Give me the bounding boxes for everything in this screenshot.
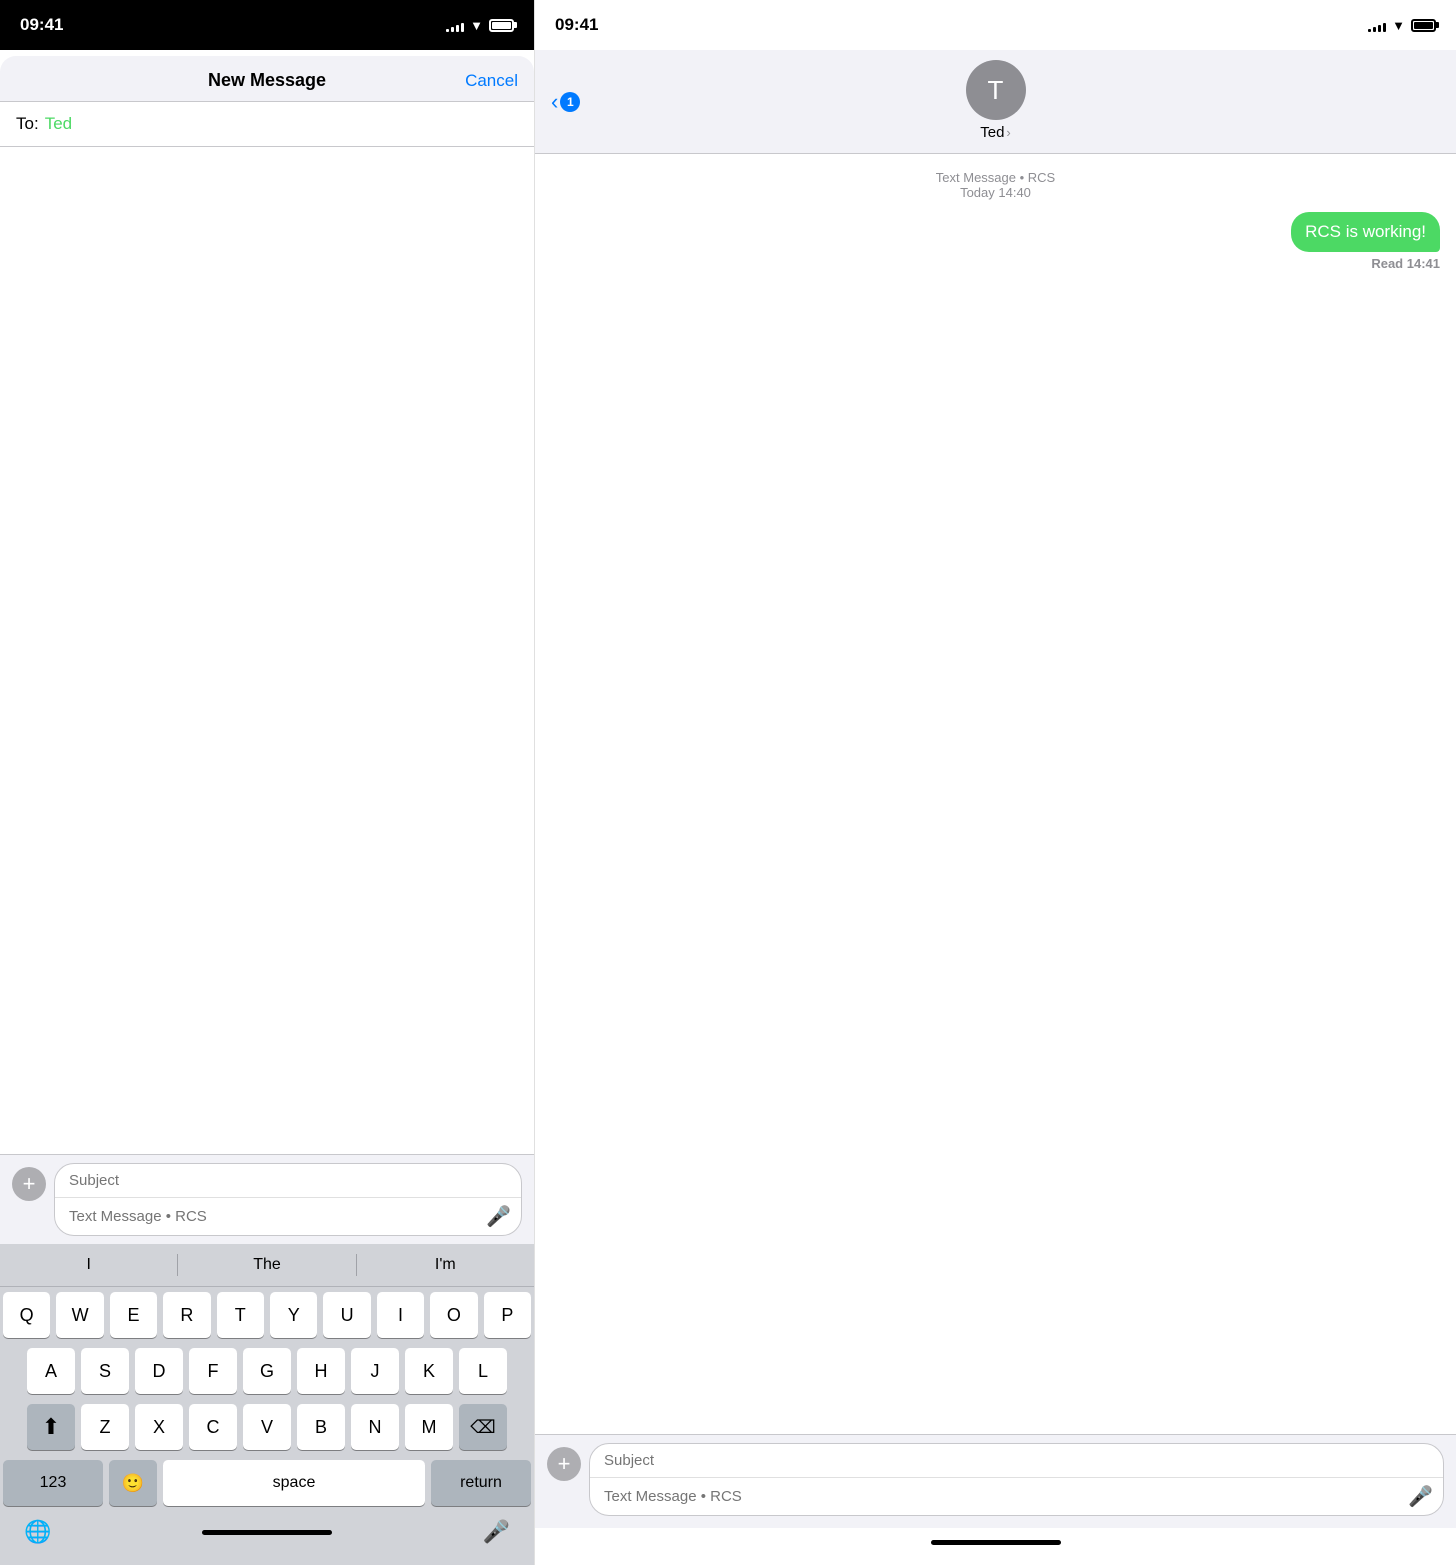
subject-input[interactable] [55,1164,521,1198]
new-message-title: New Message [208,70,326,91]
messages-area: Text Message • RCS Today 14:40 RCS is wo… [535,154,1456,1434]
right-wifi-icon: ▼ [1392,18,1405,33]
right-time: 09:41 [555,15,598,35]
keyboard-row-3: ⬆ Z X C V B N M ⌫ [0,1399,534,1455]
right-message-input[interactable] [604,1488,1408,1505]
message-bubble-row: RCS is working! [551,212,1440,252]
key-k[interactable]: K [405,1348,453,1394]
key-v[interactable]: V [243,1404,291,1450]
right-battery-icon [1411,19,1436,32]
key-z[interactable]: Z [81,1404,129,1450]
key-e[interactable]: E [110,1292,157,1338]
add-attachment-button[interactable]: + [12,1167,46,1201]
right-home-indicator [931,1540,1061,1545]
mic-icon-bottom[interactable]: 🎤 [483,1519,510,1545]
left-input-box: 🎤 [54,1163,522,1236]
right-input-box: 🎤 [589,1443,1444,1516]
globe-icon[interactable]: 🌐 [24,1519,51,1545]
message-input[interactable] [69,1208,486,1225]
keyboard-row-2: A S D F G H J K L [0,1343,534,1399]
key-y[interactable]: Y [270,1292,317,1338]
space-key[interactable]: space [163,1460,425,1506]
key-m[interactable]: M [405,1404,453,1450]
key-r[interactable]: R [163,1292,210,1338]
key-a[interactable]: A [27,1348,75,1394]
left-message-area [0,147,534,1154]
right-bottom-bar [535,1528,1456,1565]
message-input-row: 🎤 [55,1198,521,1235]
conversation-header: ‹ 1 T Ted › [535,50,1456,154]
keyboard-row-1: Q W E R T Y U I O P [0,1287,534,1343]
key-u[interactable]: U [323,1292,370,1338]
key-l[interactable]: L [459,1348,507,1394]
new-message-header: New Message Cancel [0,56,534,102]
contact-name[interactable]: Ted › [980,124,1011,141]
left-signal-icon [446,18,464,32]
key-x[interactable]: X [135,1404,183,1450]
autocomplete-item-i[interactable]: I [0,1256,177,1274]
back-chevron-icon: ‹ [551,89,558,115]
key-s[interactable]: S [81,1348,129,1394]
contact-avatar: T [966,60,1026,120]
left-status-right: ▼ [446,18,514,33]
right-status-bar: 09:41 ▼ [535,0,1456,50]
unread-badge: 1 [560,92,580,112]
key-g[interactable]: G [243,1348,291,1394]
key-q[interactable]: Q [3,1292,50,1338]
to-label: To: [16,114,39,134]
key-o[interactable]: O [430,1292,477,1338]
left-time: 09:41 [20,15,63,35]
return-key[interactable]: return [431,1460,531,1506]
left-panel: 09:41 ▼ New Message Cancel To: Ted + [0,0,535,1565]
right-input-area: + 🎤 [535,1434,1456,1528]
emoji-key[interactable]: 🙂 [109,1460,157,1506]
key-h[interactable]: H [297,1348,345,1394]
autocomplete-item-the[interactable]: The [178,1256,355,1274]
left-input-area: + 🎤 [0,1154,534,1244]
message-meta: Text Message • RCS Today 14:40 [551,170,1440,200]
left-wifi-icon: ▼ [470,18,483,33]
keyboard-bottom-bar: 🌐 🎤 [0,1511,534,1565]
left-battery-icon [489,19,514,32]
key-f[interactable]: F [189,1348,237,1394]
right-panel: 09:41 ▼ ‹ 1 T Ted › [535,0,1456,1565]
numbers-key[interactable]: 123 [3,1460,103,1506]
key-b[interactable]: B [297,1404,345,1450]
to-field[interactable]: To: Ted [0,102,534,147]
autocomplete-bar: I The I'm [0,1244,534,1287]
keyboard-row-4: 123 🙂 space return [0,1455,534,1511]
back-button[interactable]: ‹ 1 [551,89,580,115]
key-n[interactable]: N [351,1404,399,1450]
key-d[interactable]: D [135,1348,183,1394]
key-j[interactable]: J [351,1348,399,1394]
message-bubble: RCS is working! [1291,212,1440,252]
home-indicator [202,1530,332,1535]
keyboard: Q W E R T Y U I O P A S D F G H J K L ⬆ … [0,1287,534,1565]
right-subject-input[interactable] [590,1444,1443,1478]
to-recipient[interactable]: Ted [45,114,72,134]
left-status-bar: 09:41 ▼ [0,0,534,50]
contact-detail-chevron: › [1006,125,1010,140]
key-p[interactable]: P [484,1292,531,1338]
key-t[interactable]: T [217,1292,264,1338]
shift-key[interactable]: ⬆ [27,1404,75,1450]
right-signal-icon [1368,18,1386,32]
right-status-right: ▼ [1368,18,1436,33]
key-w[interactable]: W [56,1292,103,1338]
autocomplete-item-im[interactable]: I'm [357,1256,534,1274]
cancel-button[interactable]: Cancel [465,71,518,91]
right-message-input-row: 🎤 [590,1478,1443,1515]
right-mic-button[interactable]: 🎤 [1408,1484,1433,1509]
right-add-button[interactable]: + [547,1447,581,1481]
read-status: Read 14:41 [551,256,1440,271]
backspace-key[interactable]: ⌫ [459,1404,507,1450]
mic-button[interactable]: 🎤 [486,1204,511,1229]
key-i[interactable]: I [377,1292,424,1338]
key-c[interactable]: C [189,1404,237,1450]
